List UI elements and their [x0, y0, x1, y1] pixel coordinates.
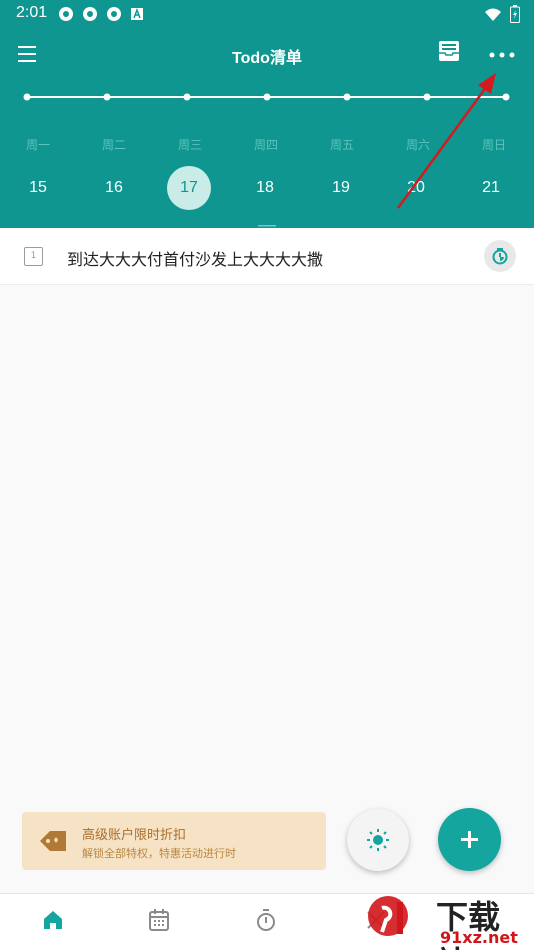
status-bar: 2:01	[0, 0, 534, 28]
date-cell-selected[interactable]: 17	[167, 166, 211, 210]
top-app-bar: Todo清单	[0, 36, 534, 72]
watermark-url: 91xz.net	[440, 928, 518, 947]
weekday-label: 周一	[25, 138, 50, 152]
date-cell[interactable]: 15	[16, 166, 60, 210]
weekday-label: 周六	[405, 138, 430, 152]
weekday-row: 周一 周二 周三 周四 周五 周六 周日	[0, 136, 534, 156]
calendar-icon[interactable]	[147, 908, 173, 934]
notification-app-icon	[82, 6, 98, 22]
plus-icon	[461, 831, 478, 848]
date-cell[interactable]: 21	[469, 166, 513, 210]
weekday-label: 周二	[101, 138, 126, 152]
date-cell[interactable]: 19	[319, 166, 363, 210]
status-time: 2:01	[16, 4, 48, 21]
notification-app-icon	[106, 6, 122, 22]
status-system-icons	[484, 5, 520, 27]
promo-subtitle: 解锁全部特权，特惠活动进行时	[82, 847, 236, 860]
add-task-button[interactable]	[438, 808, 501, 871]
more-options-icon[interactable]	[486, 44, 518, 64]
timer-icon[interactable]	[484, 240, 516, 272]
home-icon[interactable]	[41, 908, 67, 934]
weekday-label: 周三	[177, 138, 202, 152]
weekday-label: 周日	[481, 138, 506, 152]
expand-handle[interactable]	[257, 216, 277, 230]
diamond-tag-icon	[38, 828, 68, 854]
date-cell[interactable]: 20	[394, 166, 438, 210]
battery-icon	[510, 5, 520, 27]
sun-icon	[367, 829, 389, 851]
task-checkbox[interactable]: 1	[24, 247, 43, 266]
notification-a-icon	[130, 6, 146, 22]
date-cell[interactable]: 18	[243, 166, 287, 210]
task-list-item[interactable]: 1 到达大大大付首付沙发上大大大大撒	[0, 228, 534, 285]
brightness-button[interactable]	[347, 809, 409, 871]
task-title: 到达大大大付首付沙发上大大大大撒	[67, 250, 324, 269]
stopwatch-icon[interactable]	[254, 908, 280, 934]
wifi-icon	[484, 7, 502, 26]
premium-promo-banner[interactable]: 高级账户限时折扣 解锁全部特权，特惠活动进行时	[22, 812, 326, 870]
notification-app-icon	[58, 6, 74, 22]
status-notification-icons	[58, 6, 146, 22]
date-cell[interactable]: 16	[92, 166, 136, 210]
header: 2:01 Todo清单 周一 周二 周三 周四 周五 周六 周日 15 16 1…	[0, 0, 534, 230]
week-timeline	[0, 88, 534, 108]
promo-title: 高级账户限时折扣	[82, 828, 187, 843]
date-row: 15 16 17 18 19 20 21	[0, 166, 534, 210]
site-watermark-logo: 下载站 91xz.net	[360, 890, 530, 950]
weekday-label: 周五	[329, 138, 354, 152]
weekday-label: 周四	[253, 138, 278, 152]
inbox-archive-icon[interactable]	[437, 40, 463, 66]
